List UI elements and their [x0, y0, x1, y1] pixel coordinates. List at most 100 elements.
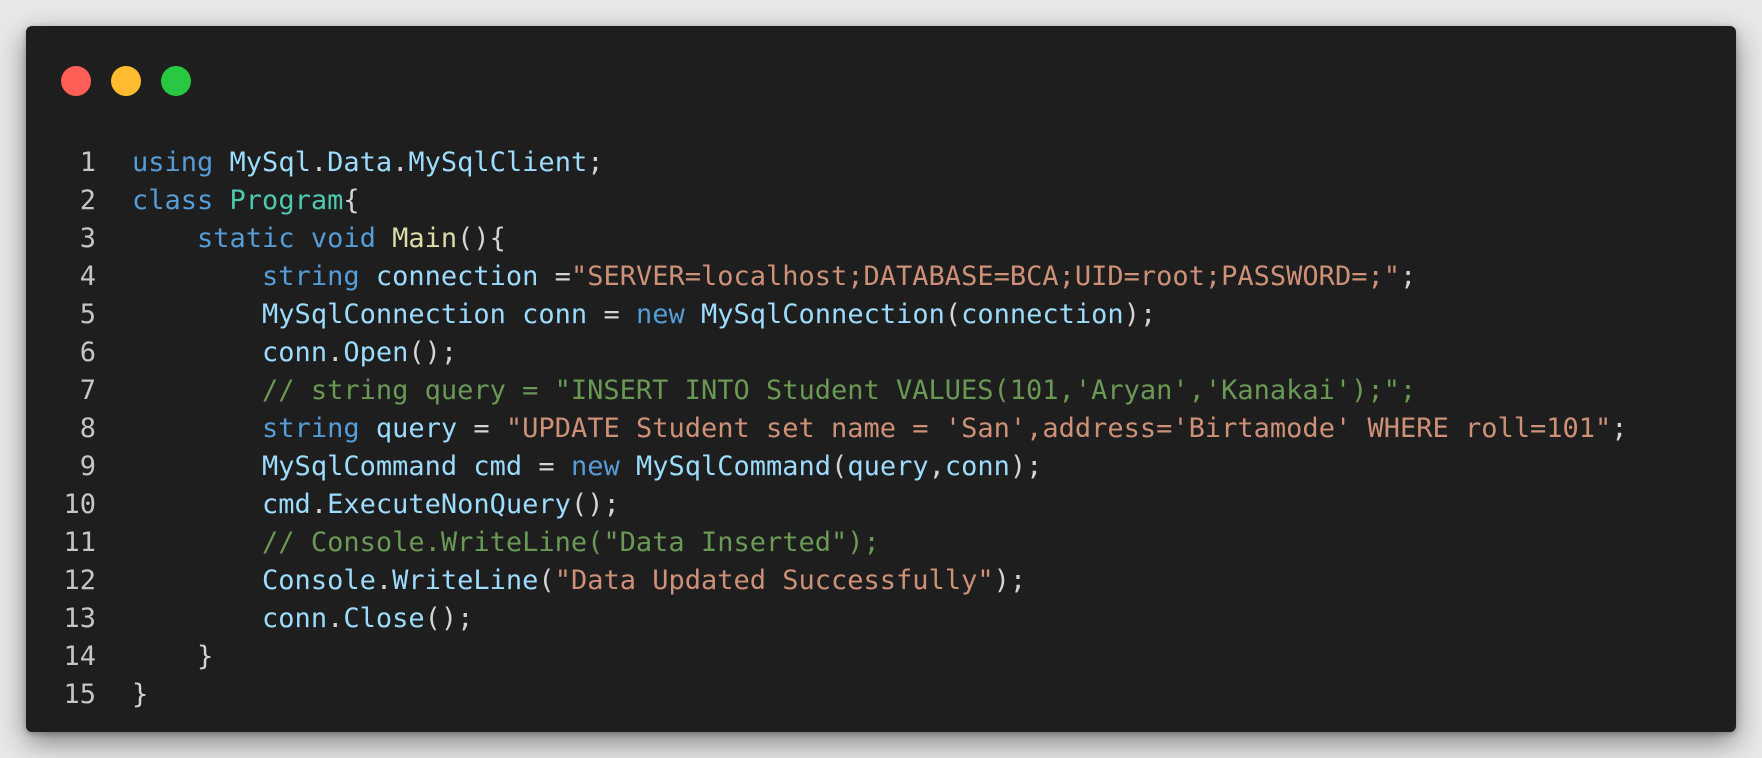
code-token: new	[570, 451, 620, 482]
code-token: cmd	[262, 489, 311, 520]
line-number: 6	[79, 337, 96, 368]
code-token: class	[132, 185, 214, 216]
code-token: string	[262, 261, 360, 292]
code-token: (){	[457, 223, 506, 254]
line-source: class Program{	[96, 182, 360, 220]
code-token: }	[197, 641, 214, 672]
code-line: 8 string query = "UPDATE Student set nam…	[26, 410, 1736, 448]
line-number: 3	[79, 223, 96, 254]
maximize-button[interactable]	[161, 66, 191, 96]
code-token: query	[847, 451, 929, 482]
code-token: );	[1009, 451, 1043, 482]
code-token: ;	[1611, 413, 1628, 444]
code-line: 4 string connection ="SERVER=localhost;D…	[26, 258, 1736, 296]
code-token: string	[262, 413, 360, 444]
code-token: ();	[570, 489, 620, 520]
code-token: =	[522, 451, 571, 482]
code-token: Data	[327, 147, 393, 178]
line-source: static void Main(){	[96, 220, 506, 258]
code-token: cmd	[473, 451, 523, 482]
line-number: 5	[79, 299, 96, 330]
code-token: conn	[944, 451, 1010, 482]
line-number: 1	[79, 147, 96, 178]
code-token: Close	[343, 603, 425, 634]
code-token: conn	[522, 299, 588, 330]
code-token: connection	[961, 299, 1124, 330]
code-token: .	[327, 603, 344, 634]
code-line: 5 MySqlConnection conn = new MySqlConnec…	[26, 296, 1736, 334]
code-token: Open	[343, 337, 409, 368]
code-token: .	[375, 565, 393, 596]
code-token: .	[327, 337, 344, 368]
line-source: conn.Open();	[96, 334, 457, 372]
line-source: cmd.ExecuteNonQuery();	[96, 486, 620, 524]
line-source: MySqlConnection conn = new MySqlConnecti…	[96, 296, 1156, 334]
code-token: conn	[262, 603, 328, 634]
code-token: using	[132, 147, 214, 178]
window-controls	[61, 66, 191, 96]
line-source: string connection ="SERVER=localhost;DAT…	[96, 258, 1416, 296]
code-token: =	[538, 261, 571, 292]
code-token: connection	[375, 261, 539, 292]
line-source: MySqlCommand cmd = new MySqlCommand(quer…	[96, 448, 1042, 486]
line-number: 10	[63, 489, 96, 520]
code-token: );	[993, 565, 1027, 596]
code-line: 3 static void Main(){	[26, 220, 1736, 258]
line-number: 14	[63, 641, 96, 672]
code-token: ,	[928, 451, 945, 482]
code-token: {	[343, 185, 360, 216]
code-token: MySqlConnection	[262, 299, 506, 330]
code-token: "UPDATE Student set name = 'San',address…	[505, 413, 1612, 444]
line-number: 12	[63, 565, 96, 596]
code-token: MySql	[229, 147, 311, 178]
close-button[interactable]	[61, 66, 91, 96]
code-line: 2 class Program{	[26, 182, 1736, 220]
code-line: 14 }	[26, 638, 1736, 676]
line-number: 15	[63, 679, 96, 710]
code-token: Console	[262, 565, 376, 596]
line-source: // string query = "INSERT INTO Student V…	[96, 372, 1416, 410]
code-token: new	[635, 299, 685, 330]
code-token: query	[375, 413, 458, 444]
line-source: using MySql.Data.MySqlClient;	[96, 144, 603, 182]
code-token: (	[944, 299, 962, 330]
code-token: }	[132, 679, 149, 710]
minimize-button[interactable]	[111, 66, 141, 96]
code-token: (	[538, 565, 555, 596]
line-source: Console.WriteLine("Data Updated Successf…	[96, 562, 1026, 600]
code-token: "Data Updated Successfully"	[554, 565, 994, 596]
code-token: MySqlConnection	[701, 299, 945, 330]
code-token: (	[831, 451, 848, 482]
code-token: conn	[262, 337, 328, 368]
code-window: 1 using MySql.Data.MySqlClient; 2 class Pro…	[26, 26, 1736, 732]
code-line: 12 Console.WriteLine("Data Updated Succe…	[26, 562, 1736, 600]
code-line: 13 conn.Close();	[26, 600, 1736, 638]
code-line: 11 // Console.WriteLine("Data Inserted")…	[26, 524, 1736, 562]
code-token: .	[310, 147, 328, 178]
code-line: 9 MySqlCommand cmd = new MySqlCommand(qu…	[26, 448, 1736, 486]
code-token: .	[392, 147, 409, 178]
code-token: );	[1123, 299, 1157, 330]
code-token: MySqlCommand	[262, 451, 458, 482]
code-token: MySqlCommand	[636, 451, 832, 482]
code-token: =	[457, 413, 506, 444]
code-token: Main	[392, 223, 458, 254]
line-source: // Console.WriteLine("Data Inserted");	[96, 524, 880, 562]
line-number: 4	[79, 261, 96, 292]
